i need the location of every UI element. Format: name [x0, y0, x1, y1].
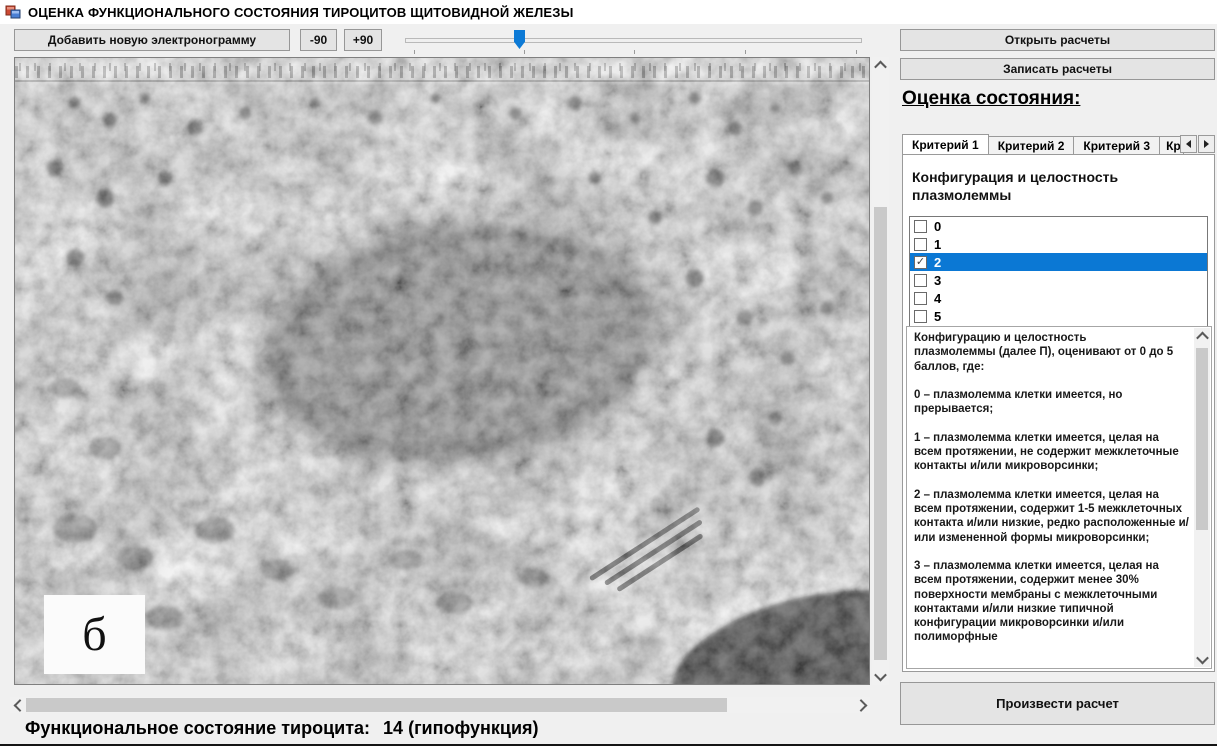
- score-checkbox-0[interactable]: ✓: [914, 220, 927, 233]
- score-label: 0: [934, 219, 941, 234]
- assessment-heading: Оценка состояния:: [902, 88, 1080, 110]
- slider-track[interactable]: [405, 38, 862, 43]
- chevron-left-icon: [13, 699, 26, 712]
- electron-micrograph: [15, 58, 869, 684]
- chevron-right-icon: [854, 699, 867, 712]
- criterion-description-text: Конфигурацию и целостность плазмолеммы (…: [914, 331, 1189, 665]
- rotate-minus-90-button[interactable]: -90: [300, 29, 337, 51]
- score-checkbox-4[interactable]: ✓: [914, 292, 927, 305]
- open-calculations-button[interactable]: Открыть расчеты: [900, 29, 1215, 51]
- slider-tick: [856, 50, 857, 54]
- slider-thumb[interactable]: [514, 30, 525, 49]
- status-label: Функциональное состояние тироцита:: [25, 718, 370, 738]
- save-calculations-button[interactable]: Записать расчеты: [900, 58, 1215, 80]
- criteria-tabstrip: Критерий 1 Критерий 2 Критерий 3 Кр: [902, 134, 1184, 155]
- score-row-0[interactable]: ✓ 0: [910, 217, 1207, 235]
- slider-tick: [634, 50, 635, 54]
- score-row-2[interactable]: ✓ 2: [910, 253, 1207, 271]
- chevron-down-icon: [1196, 651, 1209, 664]
- horizontal-scroll-thumb[interactable]: [26, 698, 727, 712]
- checkmark-icon: ✓: [916, 257, 925, 267]
- score-label: 3: [934, 273, 941, 288]
- window-titlebar: ОЦЕНКА ФУНКЦИОНАЛЬНОГО СОСТОЯНИЯ ТИРОЦИТ…: [0, 0, 1217, 24]
- figure-label: б: [44, 595, 145, 674]
- score-label: 5: [934, 309, 941, 324]
- slider-tick: [524, 50, 525, 54]
- scroll-left-button[interactable]: [10, 697, 26, 713]
- description-scroll-thumb[interactable]: [1196, 348, 1208, 530]
- score-label: 1: [934, 237, 941, 252]
- scroll-down-button[interactable]: [1194, 651, 1210, 667]
- chevron-up-icon: [874, 61, 887, 74]
- calculate-button[interactable]: Произвести расчет: [900, 682, 1215, 725]
- score-row-4[interactable]: ✓ 4: [910, 289, 1207, 307]
- scroll-right-button[interactable]: [854, 697, 870, 713]
- chevron-down-icon: [874, 669, 887, 682]
- micrograph-viewport: б: [14, 57, 870, 685]
- score-row-5[interactable]: ✓ 5: [910, 307, 1207, 325]
- status-value: 14 (гипофункция): [383, 718, 538, 738]
- score-checkbox-5[interactable]: ✓: [914, 310, 927, 323]
- score-label: 4: [934, 291, 941, 306]
- winforms-app-icon: [5, 4, 21, 20]
- rotate-plus-90-button[interactable]: +90: [344, 29, 382, 51]
- description-scrollbar[interactable]: [1194, 328, 1210, 667]
- score-checklist: ✓ 0 ✓ 1 ✓ 2 ✓ 3 ✓ 4 ✓ 5: [909, 216, 1208, 329]
- score-checkbox-3[interactable]: ✓: [914, 274, 927, 287]
- chevron-up-icon: [1196, 331, 1209, 344]
- scroll-up-button[interactable]: [1194, 328, 1210, 344]
- criterion-tab-page: Конфигурация и целостность плазмолеммы ✓…: [902, 154, 1215, 672]
- tab-scroll-right-button[interactable]: [1198, 135, 1215, 153]
- triangle-right-icon: [1204, 140, 1209, 148]
- window-title: ОЦЕНКА ФУНКЦИОНАЛЬНОГО СОСТОЯНИЯ ТИРОЦИТ…: [28, 5, 574, 20]
- score-row-3[interactable]: ✓ 3: [910, 271, 1207, 289]
- scroll-up-button[interactable]: [872, 57, 889, 74]
- criterion-title: Конфигурация и целостность плазмолеммы: [912, 168, 1204, 204]
- vertical-scroll-thumb[interactable]: [874, 207, 887, 660]
- rotation-slider[interactable]: [405, 29, 862, 55]
- add-electronogram-button[interactable]: Добавить новую электронограмму: [14, 29, 290, 51]
- score-checkbox-2[interactable]: ✓: [914, 256, 927, 269]
- scroll-down-button[interactable]: [872, 668, 889, 685]
- tab-criterion-3[interactable]: Критерий 3: [1074, 136, 1160, 155]
- slider-tick: [745, 50, 746, 54]
- score-checkbox-1[interactable]: ✓: [914, 238, 927, 251]
- tab-criterion-1[interactable]: Критерий 1: [902, 134, 989, 155]
- image-horizontal-scrollbar[interactable]: [10, 697, 870, 713]
- slider-tick: [414, 50, 415, 54]
- tab-criterion-2[interactable]: Критерий 2: [989, 136, 1075, 155]
- criterion-description-box: Конфигурацию и целостность плазмолеммы (…: [906, 326, 1212, 669]
- score-label: 2: [934, 255, 941, 270]
- status-bar: Функциональное состояние тироцита: 14 (ги…: [25, 718, 539, 739]
- score-row-1[interactable]: ✓ 1: [910, 235, 1207, 253]
- triangle-left-icon: [1186, 140, 1191, 148]
- image-vertical-scrollbar[interactable]: [872, 57, 889, 685]
- tab-scroll-left-button[interactable]: [1180, 135, 1197, 153]
